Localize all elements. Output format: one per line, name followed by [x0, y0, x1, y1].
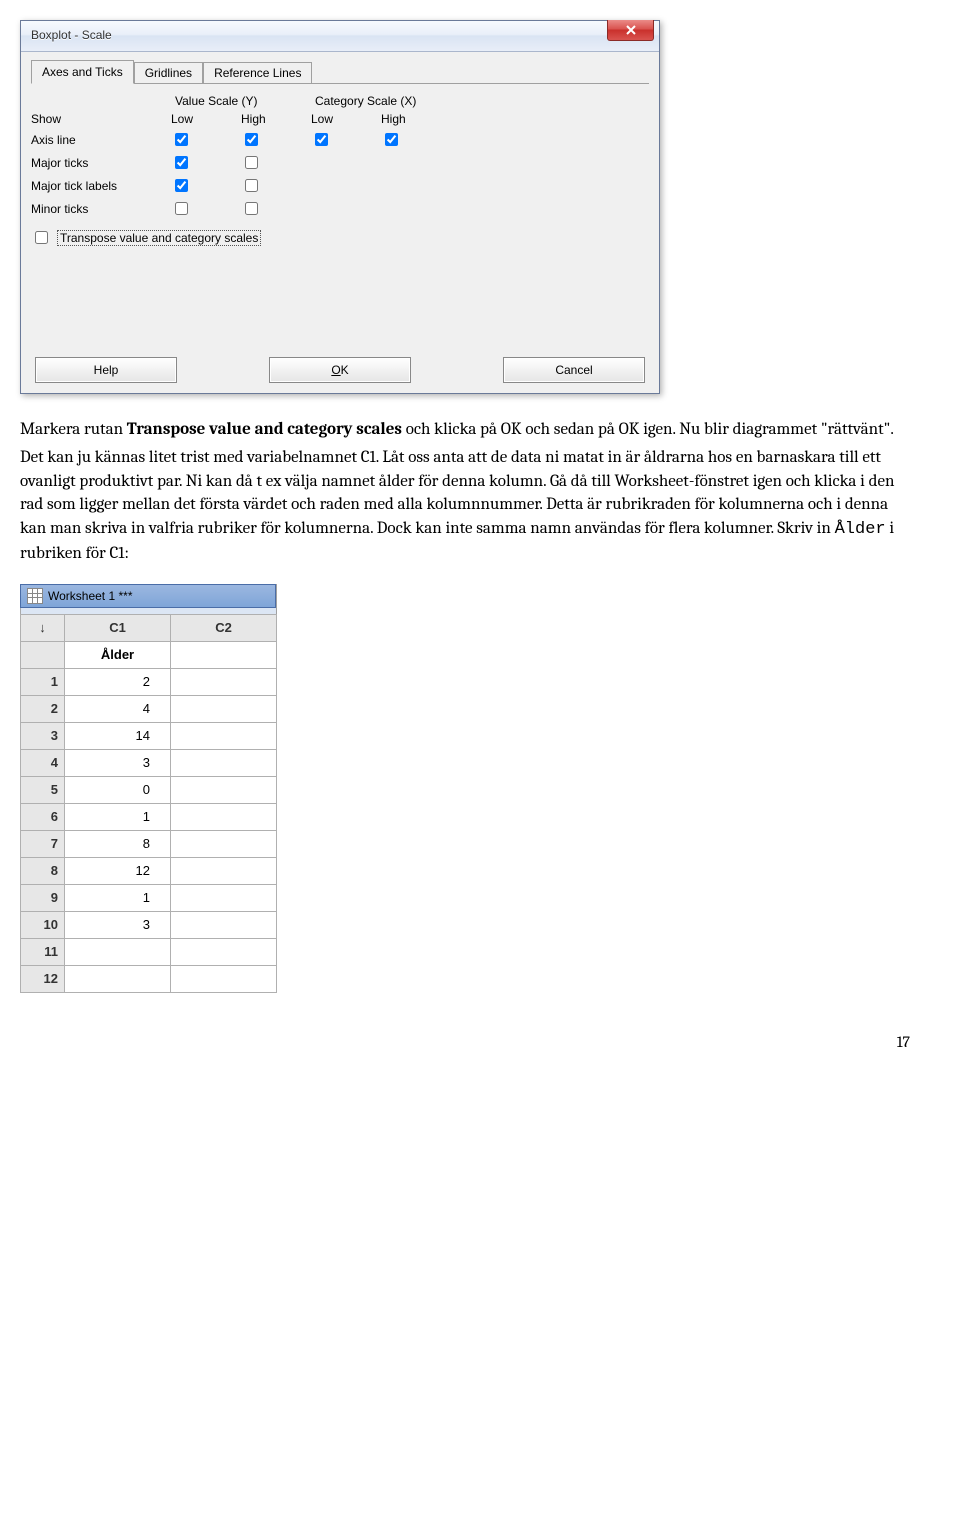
- chk-axis-low-y[interactable]: [175, 133, 188, 146]
- dialog-titlebar: Boxplot - Scale: [21, 21, 659, 52]
- dialog-title: Boxplot - Scale: [21, 21, 112, 42]
- cell[interactable]: 8: [65, 830, 171, 857]
- cancel-button[interactable]: Cancel: [503, 357, 645, 383]
- row-major-labels: Major tick labels: [31, 179, 171, 193]
- cell[interactable]: [171, 884, 277, 911]
- corner-cell[interactable]: ↓: [21, 614, 65, 641]
- worksheet-icon: [27, 588, 43, 604]
- close-button[interactable]: [607, 20, 654, 41]
- col-show: Show: [31, 112, 171, 126]
- row-header[interactable]: 4: [21, 749, 65, 776]
- cell[interactable]: [65, 938, 171, 965]
- cell[interactable]: [171, 965, 277, 992]
- cell[interactable]: 14: [65, 722, 171, 749]
- ok-button[interactable]: OK: [269, 357, 411, 383]
- row-header[interactable]: 11: [21, 938, 65, 965]
- cell[interactable]: [171, 803, 277, 830]
- cell[interactable]: [65, 965, 171, 992]
- worksheet-titlebar: Worksheet 1 ***: [20, 584, 276, 608]
- row-minor-ticks: Minor ticks: [31, 202, 171, 216]
- chk-minticks-low-y[interactable]: [175, 202, 188, 215]
- page-number: 17: [20, 1033, 910, 1051]
- cell[interactable]: 1: [65, 884, 171, 911]
- chk-majticks-high-y[interactable]: [245, 156, 258, 169]
- cell[interactable]: [171, 911, 277, 938]
- body-text: Markera rutan Transpose value and catego…: [20, 418, 910, 566]
- row-axis-line: Axis line: [31, 133, 171, 147]
- tab-bar: Axes and Ticks Gridlines Reference Lines: [31, 60, 649, 84]
- chk-minticks-high-y[interactable]: [245, 202, 258, 215]
- cell[interactable]: [171, 722, 277, 749]
- paragraph-1: Markera rutan Transpose value and catego…: [20, 418, 910, 442]
- col-high-x: High: [381, 112, 451, 126]
- worksheet-title: Worksheet 1 ***: [48, 589, 133, 603]
- close-icon: [626, 25, 636, 35]
- cell[interactable]: [171, 776, 277, 803]
- chk-majlabels-low-y[interactable]: [175, 179, 188, 192]
- worksheet-window: Worksheet 1 *** ↓ C1 C2 Ålder 12 24 314 …: [20, 584, 277, 993]
- col-group-category: Category Scale (X): [311, 94, 451, 108]
- col-high-y: High: [241, 112, 311, 126]
- cell[interactable]: 3: [65, 911, 171, 938]
- chk-majlabels-high-y[interactable]: [245, 179, 258, 192]
- transpose-label: Transpose value and category scales: [57, 230, 261, 246]
- chk-axis-high-y[interactable]: [245, 133, 258, 146]
- cell[interactable]: 0: [65, 776, 171, 803]
- axes-grid: Value Scale (Y) Category Scale (X) Show …: [31, 94, 649, 218]
- cell[interactable]: 1: [65, 803, 171, 830]
- col-group-value: Value Scale (Y): [171, 94, 311, 108]
- paragraph-2: Det kan ju kännas litet trist med variab…: [20, 446, 910, 566]
- chk-majticks-low-y[interactable]: [175, 156, 188, 169]
- row-header[interactable]: 7: [21, 830, 65, 857]
- help-button[interactable]: Help: [35, 357, 177, 383]
- row-major-ticks: Major ticks: [31, 156, 171, 170]
- row-header[interactable]: 1: [21, 668, 65, 695]
- col-low-y: Low: [171, 112, 241, 126]
- cell[interactable]: [171, 938, 277, 965]
- row-header[interactable]: 8: [21, 857, 65, 884]
- dialog-buttons: Help OK Cancel: [31, 357, 649, 383]
- name-row-header: [21, 641, 65, 668]
- col-header-c1[interactable]: C1: [65, 614, 171, 641]
- dialog-body: Axes and Ticks Gridlines Reference Lines…: [21, 52, 659, 393]
- tab-axes-ticks[interactable]: Axes and Ticks: [31, 60, 134, 84]
- cell[interactable]: 3: [65, 749, 171, 776]
- row-header[interactable]: 3: [21, 722, 65, 749]
- cell[interactable]: 4: [65, 695, 171, 722]
- chk-transpose[interactable]: [35, 231, 48, 244]
- boxplot-scale-dialog: Boxplot - Scale Axes and Ticks Gridlines…: [20, 20, 660, 394]
- cell[interactable]: [171, 749, 277, 776]
- cell[interactable]: 12: [65, 857, 171, 884]
- row-header[interactable]: 6: [21, 803, 65, 830]
- transpose-row: Transpose value and category scales: [31, 228, 649, 247]
- cell[interactable]: [171, 830, 277, 857]
- chk-axis-low-x[interactable]: [315, 133, 328, 146]
- cell[interactable]: [171, 695, 277, 722]
- col-header-c2[interactable]: C2: [171, 614, 277, 641]
- row-header[interactable]: 12: [21, 965, 65, 992]
- cell[interactable]: [171, 668, 277, 695]
- row-header[interactable]: 2: [21, 695, 65, 722]
- row-header[interactable]: 9: [21, 884, 65, 911]
- worksheet-table: ↓ C1 C2 Ålder 12 24 314 43 50 61 78 812 …: [20, 614, 277, 993]
- row-header[interactable]: 10: [21, 911, 65, 938]
- col-name-c2[interactable]: [171, 641, 277, 668]
- chk-axis-high-x[interactable]: [385, 133, 398, 146]
- col-name-c1[interactable]: Ålder: [65, 641, 171, 668]
- cell[interactable]: 2: [65, 668, 171, 695]
- col-low-x: Low: [311, 112, 381, 126]
- tab-gridlines[interactable]: Gridlines: [134, 62, 203, 83]
- tab-reference-lines[interactable]: Reference Lines: [203, 62, 312, 83]
- cell[interactable]: [171, 857, 277, 884]
- row-header[interactable]: 5: [21, 776, 65, 803]
